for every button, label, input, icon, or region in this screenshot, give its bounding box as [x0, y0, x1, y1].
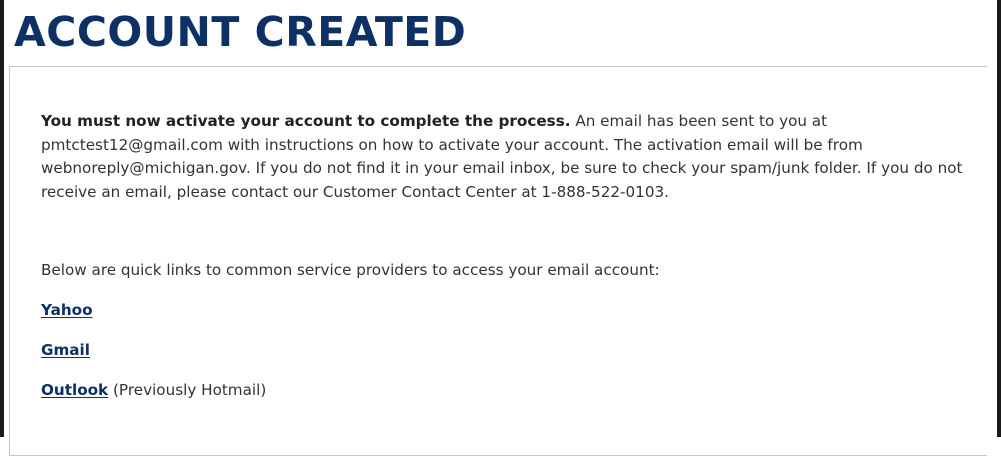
yahoo-link-row: Yahoo: [41, 298, 93, 322]
activation-message: You must now activate your account to co…: [41, 110, 976, 204]
quick-links-intro: Below are quick links to common service …: [41, 261, 660, 279]
gmail-link[interactable]: Gmail: [41, 341, 90, 359]
yahoo-link[interactable]: Yahoo: [41, 301, 93, 319]
page-title: ACCOUNT CREATED: [14, 8, 467, 56]
outlook-note: (Previously Hotmail): [108, 381, 267, 399]
activation-message-lead: You must now activate your account to co…: [41, 112, 571, 130]
page-border-left: [0, 0, 4, 437]
gmail-link-row: Gmail: [41, 338, 90, 362]
outlook-link[interactable]: Outlook: [41, 381, 108, 399]
page-border-right: [997, 0, 1001, 437]
outlook-link-row: Outlook (Previously Hotmail): [41, 378, 266, 402]
